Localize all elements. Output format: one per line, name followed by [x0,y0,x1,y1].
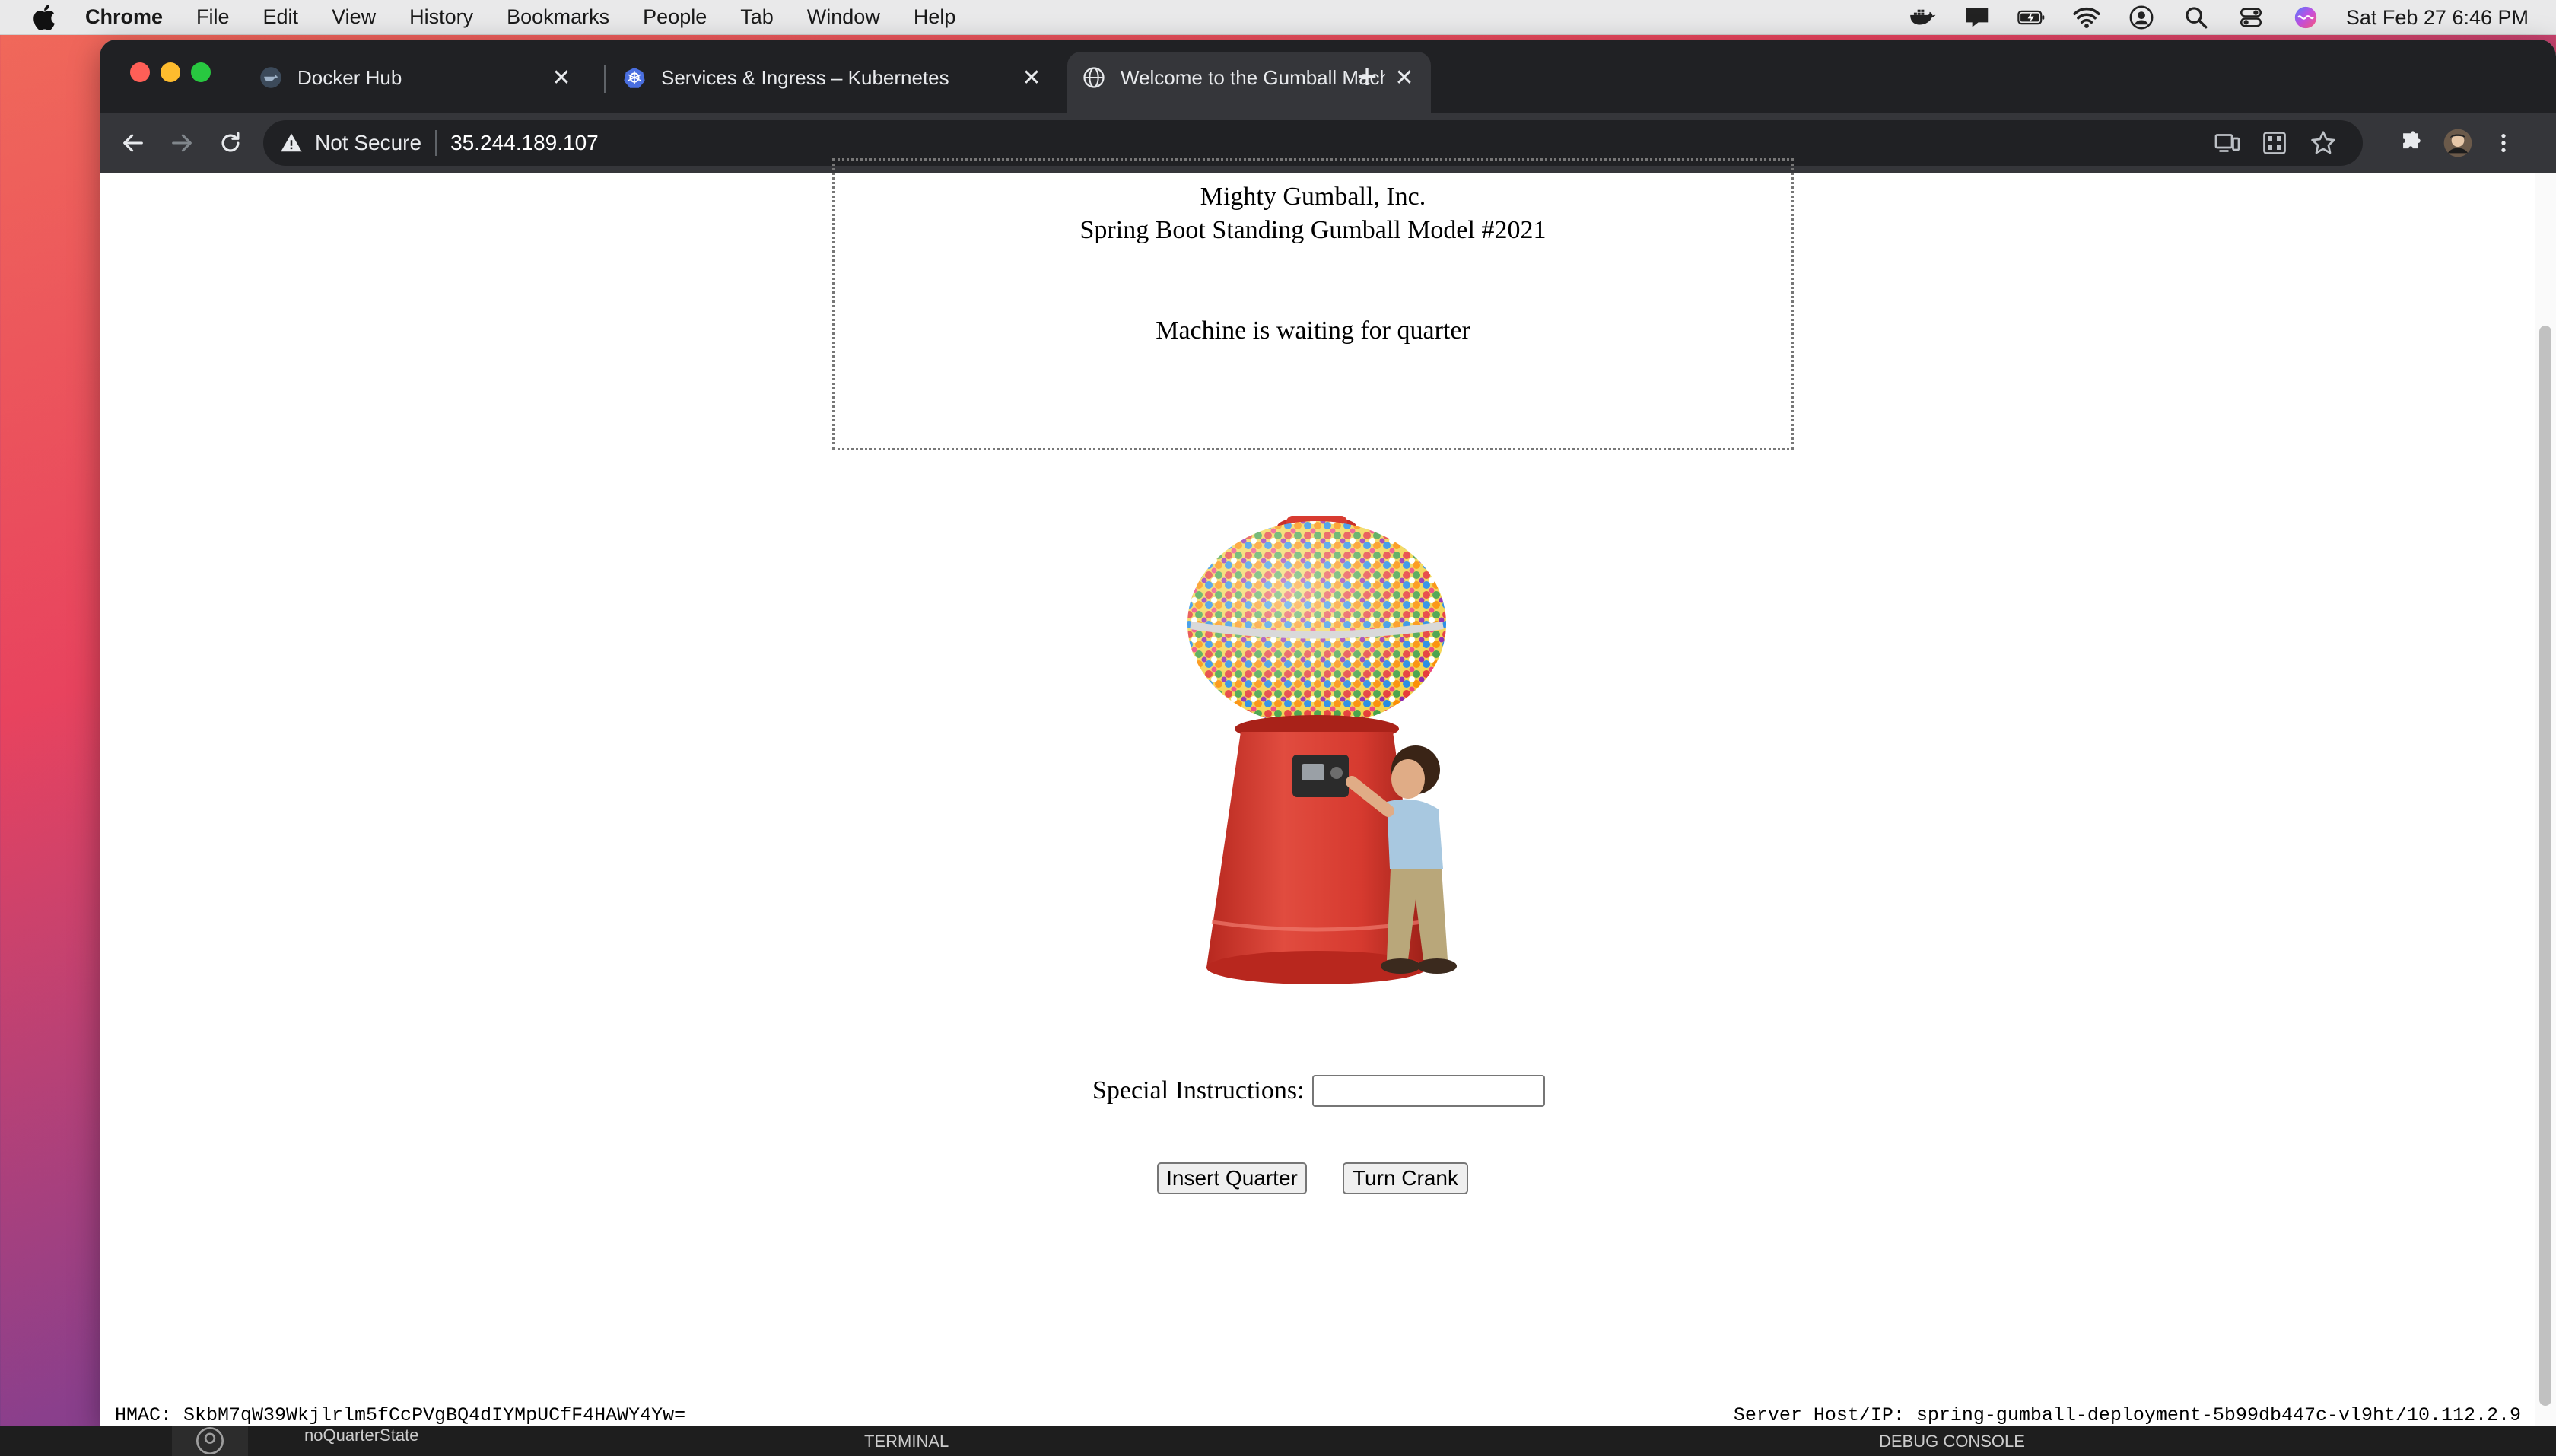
apple-icon[interactable] [30,2,61,33]
special-instructions-label: Special Instructions: [1092,1076,1305,1105]
back-button[interactable] [115,125,151,161]
terminal-tab[interactable]: TERMINAL [841,1432,949,1451]
menu-window[interactable]: Window [807,5,880,29]
special-instructions-input[interactable] [1311,1075,1545,1107]
machine-state-message: Machine is waiting for quarter [1156,316,1470,345]
warning-icon[interactable] [280,132,303,154]
window-zoom-button[interactable] [191,62,211,82]
forward-button[interactable] [164,125,200,161]
tab-separator [604,65,606,93]
machine-model: Spring Boot Standing Gumball Model #2021 [1079,216,1547,244]
extensions-icon [2403,131,2421,149]
address-divider [435,130,437,156]
tab-docker-hub[interactable]: Docker Hub ✕ [244,52,588,103]
menu-people[interactable]: People [643,5,707,29]
reload-icon [221,132,240,152]
back-arrow-icon [123,134,143,152]
menu-file[interactable]: File [196,5,230,29]
debug-console-tab[interactable]: DEBUG CONSOLE [1856,1432,2025,1451]
close-tab-icon[interactable]: ✕ [1393,65,1416,91]
gumball-machine-image [1187,516,1457,984]
tab-title: Docker Hub [297,65,402,89]
window-close-button[interactable] [130,62,150,82]
menu-view[interactable]: View [332,5,376,29]
outline-item[interactable]: noQuarterState [304,1426,418,1445]
battery-icon[interactable] [2017,5,2046,30]
company-name: Mighty Gumball, Inc. [1200,183,1426,211]
tab-title: Services & Ingress – Kubernetes [661,65,949,89]
turn-crank-button[interactable]: Turn Crank [1343,1162,1468,1194]
new-tab-button[interactable]: + [1349,59,1385,96]
control-center-icon[interactable] [2236,5,2265,30]
globe-icon [1083,67,1105,88]
menu-edit[interactable]: Edit [263,5,299,29]
macos-menu-bar: Chrome File Edit View History Bookmarks … [0,0,2556,35]
spotlight-search-icon[interactable] [2182,5,2211,30]
star-icon[interactable] [2310,129,2337,157]
kebab-menu-icon [2501,134,2506,152]
not-secure-label[interactable]: Not Secure [315,131,421,155]
browser-window: Docker Hub ✕ Services & Ingress – Kubern… [100,40,2556,1426]
menu-bar-clock[interactable]: Sat Feb 27 6:46 PM [2346,6,2529,30]
special-instructions-row: Special Instructions: [1092,1074,1545,1108]
forward-arrow-icon [172,134,192,152]
tab-title: Welcome to the Gumball Machine [1121,65,1385,89]
wifi-icon[interactable] [2072,5,2101,30]
reload-button[interactable] [212,125,249,161]
docker-icon [260,67,281,88]
account-icon[interactable] [195,1426,225,1456]
scrollbar-thumb[interactable] [2539,326,2551,1406]
menu-tab[interactable]: Tab [740,5,774,29]
window-minimize-button[interactable] [161,62,180,82]
editor-activity-bar [172,1426,248,1456]
extensions-button[interactable] [2395,128,2426,158]
cast-device-icon[interactable] [2214,129,2241,157]
user-account-icon[interactable] [2127,5,2156,30]
close-tab-icon[interactable]: ✕ [1020,65,1043,91]
background-editor-strip: noQuarterState TERMINAL DEBUG CONSOLE [0,1426,2556,1456]
kubernetes-icon [624,67,645,88]
menu-app-name[interactable]: Chrome [85,5,163,29]
chrome-menu-button[interactable] [2488,128,2519,158]
page-scrollbar[interactable] [2535,173,2556,1426]
tab-kubernetes-services[interactable]: Services & Ingress – Kubernetes ✕ [608,52,1058,103]
machine-status-panel: Mighty Gumball, Inc. Spring Boot Standin… [832,158,1794,450]
server-host-ip: Server Host/IP: spring-gumball-deploymen… [1733,1404,2521,1426]
menu-history[interactable]: History [409,5,473,29]
web-page: Mighty Gumball, Inc. Spring Boot Standin… [100,158,2556,1426]
notes-app-icon[interactable] [1963,5,1992,30]
menu-help[interactable]: Help [914,5,956,29]
insert-quarter-button[interactable]: Insert Quarter [1157,1162,1307,1194]
siri-icon[interactable] [2291,5,2320,30]
profile-avatar[interactable] [2443,128,2473,158]
qr-code-icon[interactable] [2261,129,2288,157]
hmac-value: HMAC: SkbM7qW39Wkjlrlm5fCcPVgBQ4dIYMpUCf… [115,1404,686,1426]
tab-strip: Docker Hub ✕ Services & Ingress – Kubern… [100,40,2556,113]
avatar-icon [2443,129,2472,157]
menu-bookmarks[interactable]: Bookmarks [507,5,609,29]
close-tab-icon[interactable]: ✕ [550,65,573,91]
url-text[interactable]: 35.244.189.107 [450,131,599,155]
docker-whale-icon[interactable] [1908,5,1937,30]
